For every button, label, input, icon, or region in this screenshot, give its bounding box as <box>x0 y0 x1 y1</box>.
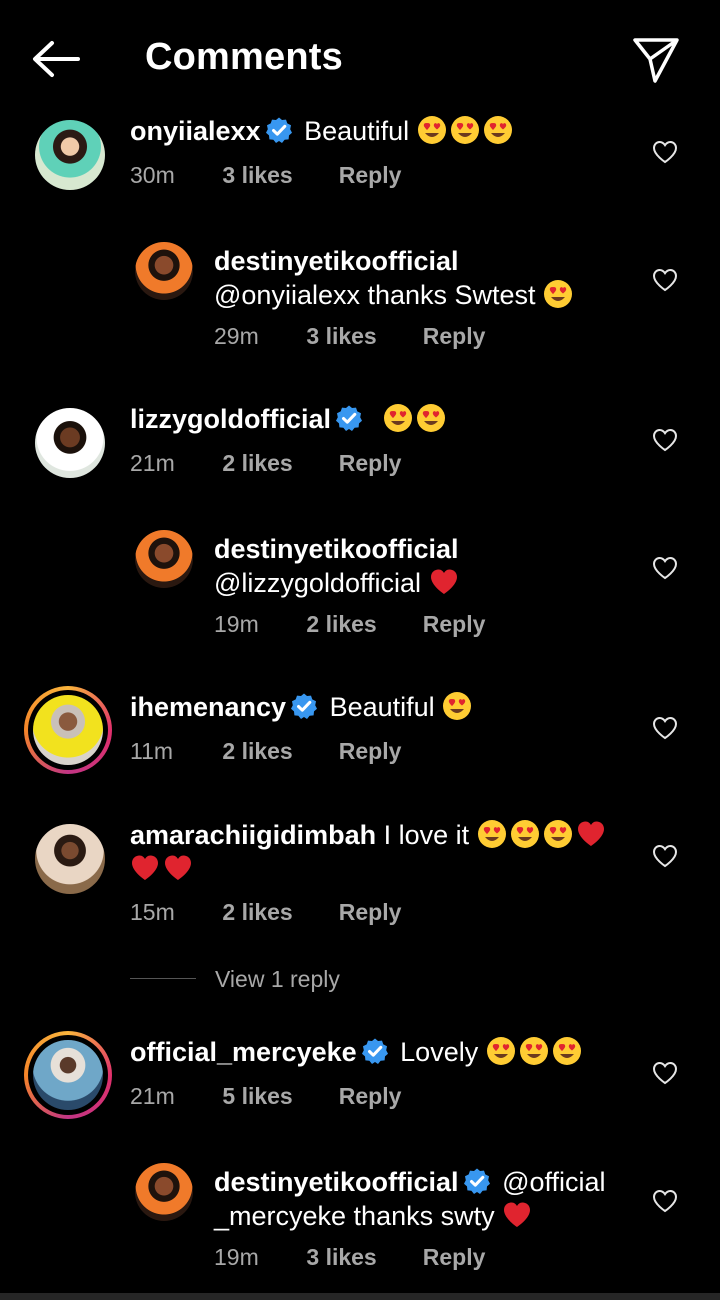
comment-time: 19m <box>214 1244 259 1270</box>
comment-text: Beautiful <box>304 116 410 146</box>
verified-badge-icon <box>265 116 293 144</box>
comment-text: @official <box>502 1167 606 1197</box>
comment-likes[interactable]: 3 likes <box>306 323 416 350</box>
comment-username[interactable]: official_mercyeke <box>130 1037 357 1067</box>
reply-button[interactable]: Reply <box>423 323 486 350</box>
reply-button[interactable]: Reply <box>339 1083 402 1110</box>
avatar[interactable] <box>35 408 105 478</box>
comment-time: 29m <box>214 323 259 349</box>
heart-eyes-emoji-icon <box>477 819 507 849</box>
verified-badge-icon <box>290 692 318 720</box>
red-heart-emoji-icon <box>163 853 193 883</box>
comment-username[interactable]: ihemenancy <box>130 692 286 722</box>
story-ring[interactable] <box>24 686 112 774</box>
like-heart-icon[interactable] <box>652 556 678 580</box>
heart-eyes-emoji-icon <box>442 691 472 721</box>
view-replies-divider <box>130 978 196 979</box>
reply-button[interactable]: Reply <box>423 611 486 638</box>
comment-username[interactable]: amarachiigidimbah <box>130 820 376 850</box>
heart-eyes-emoji-icon <box>543 819 573 849</box>
comment-likes[interactable]: 2 likes <box>306 611 416 638</box>
avatar[interactable] <box>135 530 193 588</box>
comment-likes[interactable]: 2 likes <box>222 738 332 765</box>
comment-time: 11m <box>130 738 174 764</box>
comment-time: 30m <box>130 162 175 188</box>
comment-username[interactable]: destinyetikoofficial <box>214 534 459 564</box>
avatar[interactable] <box>135 1163 193 1221</box>
red-heart-emoji-icon <box>130 853 160 883</box>
like-heart-icon[interactable] <box>652 268 678 292</box>
send-icon[interactable] <box>630 34 682 86</box>
heart-eyes-emoji-icon <box>416 403 446 433</box>
comment-likes[interactable]: 3 likes <box>306 1244 416 1271</box>
bottom-divider <box>0 1293 720 1300</box>
header-bar: Comments <box>0 0 720 115</box>
avatar[interactable] <box>135 242 193 300</box>
comment-username[interactable]: destinyetikoofficial <box>214 246 459 276</box>
like-heart-icon[interactable] <box>652 844 678 868</box>
heart-eyes-emoji-icon <box>519 1036 549 1066</box>
heart-eyes-emoji-icon <box>383 403 413 433</box>
reply-button[interactable]: Reply <box>339 738 402 765</box>
like-heart-icon[interactable] <box>652 1061 678 1085</box>
verified-badge-icon <box>361 1037 389 1065</box>
comment-time: 15m <box>130 899 175 925</box>
comment-likes[interactable]: 3 likes <box>222 162 332 189</box>
avatar[interactable] <box>35 120 105 190</box>
comment-username[interactable]: onyiialexx <box>130 116 261 146</box>
comment-username[interactable]: lizzygoldofficial <box>130 404 331 434</box>
avatar <box>33 1040 103 1110</box>
comment-likes[interactable]: 5 likes <box>222 1083 332 1110</box>
comment-likes[interactable]: 2 likes <box>222 899 332 926</box>
heart-eyes-emoji-icon <box>486 1036 516 1066</box>
heart-eyes-emoji-icon <box>543 279 573 309</box>
reply-button[interactable]: Reply <box>339 162 402 189</box>
comment-text: Lovely <box>400 1037 479 1067</box>
comment-text: _mercyeke thanks swty <box>214 1201 495 1231</box>
like-heart-icon[interactable] <box>652 428 678 452</box>
comment-time: 19m <box>214 611 259 637</box>
avatar[interactable] <box>35 824 105 894</box>
reply-button[interactable]: Reply <box>339 899 402 926</box>
heart-eyes-emoji-icon <box>450 115 480 145</box>
comment-text: @lizzygoldofficial <box>214 568 421 598</box>
heart-eyes-emoji-icon <box>417 115 447 145</box>
comment-time: 21m <box>130 450 175 476</box>
comment-likes[interactable]: 2 likes <box>222 450 332 477</box>
story-ring[interactable] <box>24 1031 112 1119</box>
comment-text: Beautiful <box>329 692 435 722</box>
comment-text: I love it <box>383 820 470 850</box>
comment-text: @onyiialexx thanks Swtest <box>214 280 536 310</box>
red-heart-emoji-icon <box>429 567 459 597</box>
view-replies-button[interactable]: View 1 reply <box>215 966 340 993</box>
verified-badge-icon <box>463 1167 491 1195</box>
like-heart-icon[interactable] <box>652 140 678 164</box>
heart-eyes-emoji-icon <box>483 115 513 145</box>
comment-time: 21m <box>130 1083 175 1109</box>
reply-button[interactable]: Reply <box>339 450 402 477</box>
heart-eyes-emoji-icon <box>552 1036 582 1066</box>
red-heart-emoji-icon <box>502 1200 532 1230</box>
reply-button[interactable]: Reply <box>423 1244 486 1271</box>
verified-badge-icon <box>335 404 363 432</box>
page-title: Comments <box>145 36 343 78</box>
red-heart-emoji-icon <box>576 819 606 849</box>
heart-eyes-emoji-icon <box>510 819 540 849</box>
comment-username[interactable]: destinyetikoofficial <box>214 1167 459 1197</box>
like-heart-icon[interactable] <box>652 1189 678 1213</box>
back-arrow-icon[interactable] <box>30 38 82 80</box>
avatar <box>33 695 103 765</box>
like-heart-icon[interactable] <box>652 716 678 740</box>
